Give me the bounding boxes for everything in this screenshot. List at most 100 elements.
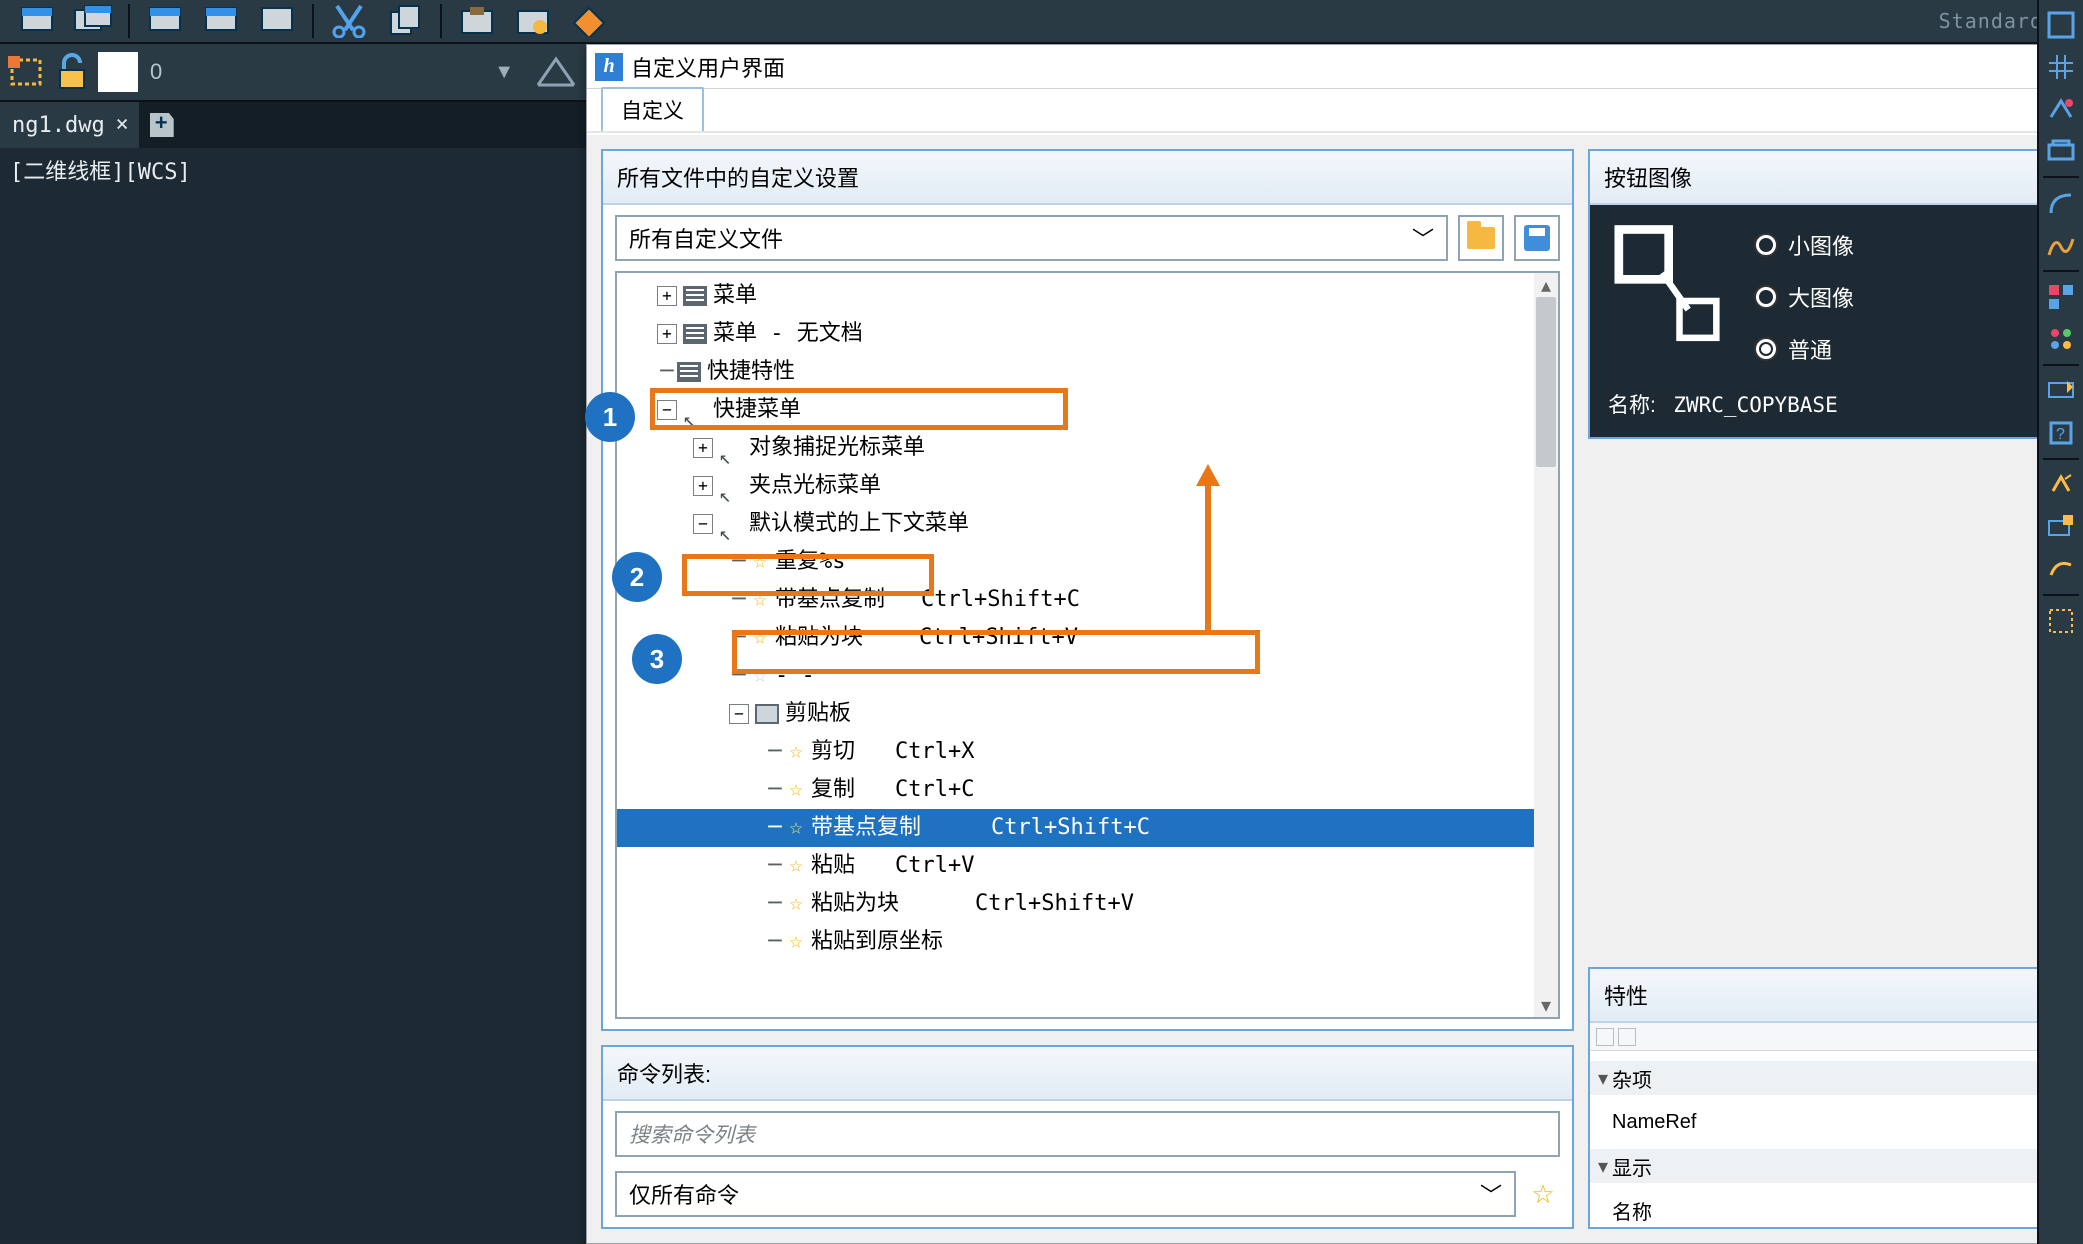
app-icon: h bbox=[595, 53, 623, 81]
props-toolbar[interactable] bbox=[1590, 1023, 2066, 1051]
tree-node[interactable]: 对象捕捉光标菜单 bbox=[749, 429, 925, 467]
cui-left-column: 所有文件中的自定义设置 所有自定义文件 ﹀ +菜单 +菜单 - 无文档 bbox=[601, 149, 1574, 1229]
cursor-icon bbox=[719, 514, 743, 534]
palette-icon[interactable] bbox=[2042, 48, 2080, 86]
tool-icon[interactable] bbox=[254, 1, 300, 41]
tool-icon[interactable] bbox=[70, 1, 116, 41]
palette-icon[interactable] bbox=[2042, 550, 2080, 588]
copy-icon[interactable] bbox=[382, 1, 428, 41]
svg-text:?: ? bbox=[2056, 426, 2065, 443]
unlock-icon[interactable] bbox=[52, 52, 92, 92]
name-value: ZWRC_COPYBASE bbox=[1673, 393, 1837, 417]
palette-icon[interactable] bbox=[2042, 132, 2080, 170]
favorite-button[interactable]: ☆ bbox=[1526, 1177, 1560, 1211]
tool-icon[interactable] bbox=[142, 1, 188, 41]
tab-customize[interactable]: 自定义 bbox=[601, 87, 704, 131]
close-icon[interactable]: × bbox=[115, 112, 128, 137]
tool-icon[interactable] bbox=[566, 1, 612, 41]
tree-leaf[interactable]: 重复%s bbox=[775, 543, 846, 581]
chevron-down-icon: ﹀ bbox=[1412, 222, 1434, 254]
layer-icon[interactable] bbox=[6, 52, 46, 92]
name-label: 名称: bbox=[1608, 394, 1656, 417]
cui-tree[interactable]: +菜单 +菜单 - 无文档 ─快捷特性 −快捷菜单 +对象捕捉光标菜单 +夹点光… bbox=[615, 271, 1560, 1019]
radio-large-image[interactable]: 大图像 bbox=[1756, 281, 1854, 313]
radio-small-image[interactable]: 小图像 bbox=[1756, 229, 1854, 261]
palette-icon[interactable] bbox=[2042, 466, 2080, 504]
save-file-button[interactable] bbox=[1514, 215, 1560, 261]
scroll-thumb[interactable] bbox=[1536, 297, 1556, 467]
tree-node[interactable]: 快捷菜单 bbox=[713, 391, 801, 429]
tool-icon[interactable] bbox=[198, 1, 244, 41]
drawing-viewport[interactable] bbox=[0, 148, 586, 1244]
tree-scrollbar[interactable]: ▴ ▾ bbox=[1534, 273, 1558, 1017]
tree-leaf[interactable]: 复制 bbox=[811, 771, 855, 809]
cui-titlebar[interactable]: h 自定义用户界面 bbox=[587, 45, 2082, 89]
cursor-icon bbox=[683, 400, 707, 420]
scroll-down-icon[interactable]: ▾ bbox=[1534, 993, 1558, 1017]
tree-node[interactable]: 剪贴板 bbox=[785, 695, 851, 733]
tree-node[interactable]: 菜单 - 无文档 bbox=[713, 315, 863, 353]
tree-leaf[interactable]: 粘贴到原坐标 bbox=[811, 923, 943, 961]
palette-icon[interactable] bbox=[2042, 226, 2080, 264]
props-row[interactable]: 名称 bbox=[1590, 1193, 2066, 1227]
cui-body: 所有文件中的自定义设置 所有自定义文件 ﹀ +菜单 +菜单 - 无文档 bbox=[587, 135, 2082, 1243]
document-tab[interactable]: ng1.dwg × bbox=[0, 102, 139, 148]
palette-icon[interactable] bbox=[2042, 278, 2080, 316]
panel-header: 所有文件中的自定义设置 bbox=[603, 151, 1572, 205]
panel-header: 特性 bbox=[1590, 969, 2066, 1023]
palette-icon[interactable] bbox=[2042, 372, 2080, 410]
palette-icon[interactable] bbox=[2042, 90, 2080, 128]
panel-custom-settings: 所有文件中的自定义设置 所有自定义文件 ﹀ +菜单 +菜单 - 无文档 bbox=[601, 149, 1574, 1031]
palette-icon[interactable] bbox=[2042, 6, 2080, 44]
tree-leaf[interactable]: - - bbox=[775, 657, 815, 695]
tool-icon[interactable] bbox=[14, 1, 60, 41]
radio-normal[interactable]: 普通 bbox=[1756, 333, 1854, 365]
palette-icon[interactable]: ? bbox=[2042, 414, 2080, 452]
open-file-button[interactable] bbox=[1458, 215, 1504, 261]
panel-command-list: 命令列表: 搜索命令列表 仅所有命令 ﹀ ☆ bbox=[601, 1045, 1574, 1229]
panel-properties: 特性 ▾杂项 NameRef ▾显示 名称 bbox=[1588, 967, 2068, 1229]
search-input[interactable]: 搜索命令列表 bbox=[615, 1111, 1560, 1157]
scroll-up-icon[interactable]: ▴ bbox=[1534, 273, 1558, 297]
layer-tool-icon[interactable] bbox=[534, 51, 576, 93]
shortcut-label: Ctrl+Shift+V bbox=[975, 885, 1134, 923]
cursor-icon bbox=[719, 476, 743, 496]
palette-icon[interactable] bbox=[2042, 320, 2080, 358]
new-document-tab[interactable] bbox=[139, 102, 185, 148]
tree-leaf[interactable]: 带基点复制 bbox=[775, 581, 885, 619]
command-filter-value: 仅所有命令 bbox=[629, 1178, 739, 1210]
document-tabs: ng1.dwg × bbox=[0, 102, 586, 148]
viewport-label: [二维线框][WCS] bbox=[0, 148, 201, 192]
layer-name: 0 bbox=[150, 59, 162, 85]
chevron-down-icon[interactable]: ▼ bbox=[494, 61, 514, 84]
props-group[interactable]: ▾显示 bbox=[1590, 1149, 2066, 1183]
tree-leaf[interactable]: 粘贴为块 bbox=[775, 619, 863, 657]
tree-leaf[interactable]: 粘贴为块 bbox=[811, 885, 899, 923]
props-row[interactable]: NameRef bbox=[1590, 1105, 2066, 1139]
tree-leaf[interactable]: 剪切 bbox=[811, 733, 855, 771]
cui-file-selector-value: 所有自定义文件 bbox=[629, 222, 783, 254]
palette-icon[interactable] bbox=[2042, 184, 2080, 222]
panel-button-image: 按钮图像 小图像 大图像 普通 bbox=[1588, 149, 2068, 439]
tree-leaf[interactable]: 粘贴 bbox=[811, 847, 855, 885]
shortcut-label: Ctrl+C bbox=[895, 771, 974, 809]
cui-tabrow: 自定义 bbox=[587, 89, 2082, 133]
palette-icon[interactable] bbox=[2042, 602, 2080, 640]
cui-right-column: 按钮图像 小图像 大图像 普通 bbox=[1588, 149, 2068, 1229]
tree-node[interactable]: 夹点光标菜单 bbox=[749, 467, 881, 505]
tree-node[interactable]: 快捷特性 bbox=[707, 353, 795, 391]
tree-node[interactable]: 菜单 bbox=[713, 277, 757, 315]
save-icon bbox=[1524, 225, 1550, 251]
cut-icon[interactable] bbox=[326, 1, 372, 41]
cui-file-selector[interactable]: 所有自定义文件 ﹀ bbox=[615, 215, 1448, 261]
tool-icon[interactable] bbox=[510, 1, 556, 41]
panel-icon bbox=[677, 362, 701, 382]
layer-color-swatch[interactable] bbox=[98, 52, 138, 92]
command-filter-selector[interactable]: 仅所有命令 ﹀ bbox=[615, 1171, 1516, 1217]
props-group[interactable]: ▾杂项 bbox=[1590, 1061, 2066, 1095]
tool-icon[interactable] bbox=[454, 1, 500, 41]
tree-node[interactable]: 默认模式的上下文菜单 bbox=[749, 505, 969, 543]
panel-icon bbox=[755, 704, 779, 724]
palette-icon[interactable] bbox=[2042, 508, 2080, 546]
tree-leaf-selected[interactable]: 带基点复制 bbox=[811, 809, 921, 847]
